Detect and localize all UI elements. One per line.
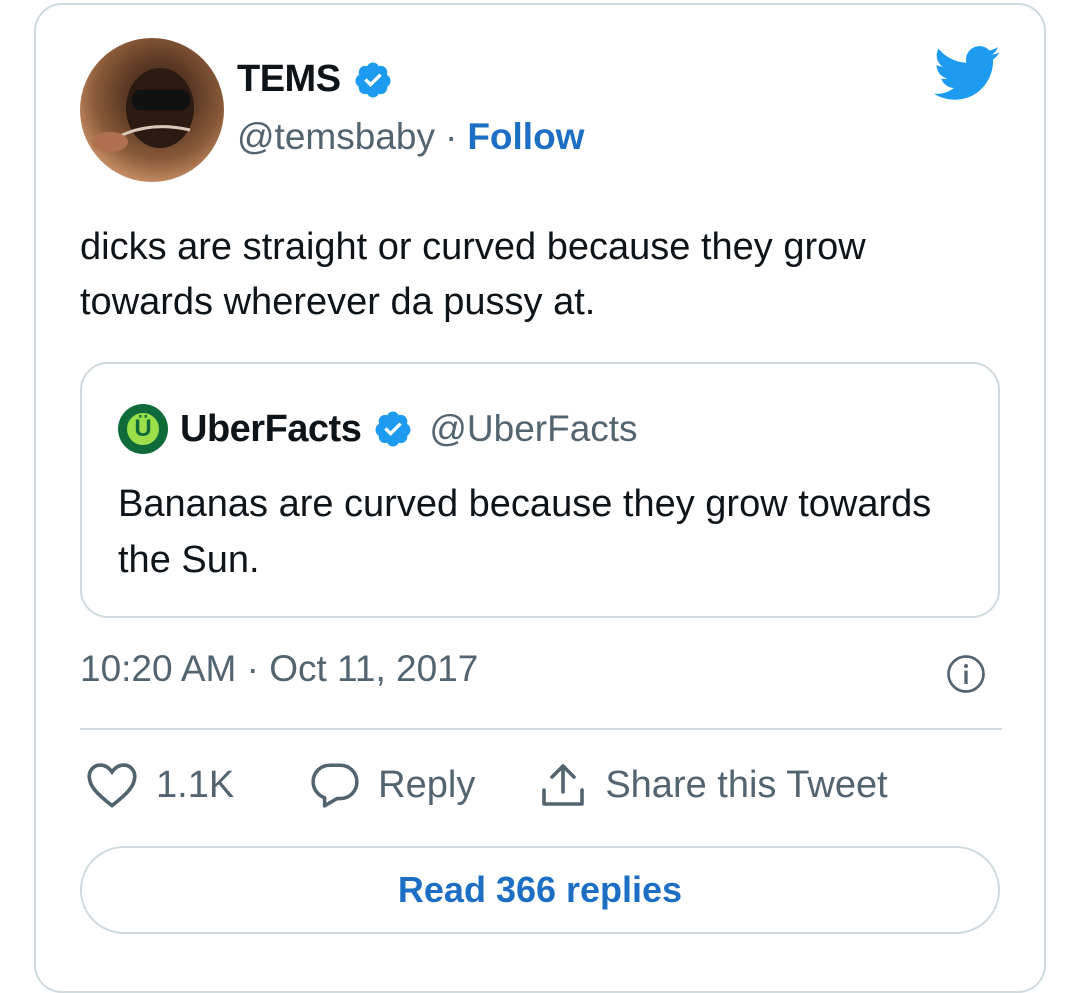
share-icon: [542, 764, 585, 806]
share-label: Share this Tweet: [605, 763, 888, 806]
like-button[interactable]: 1.1K: [86, 761, 234, 809]
quoted-logo-letter: Ü: [124, 410, 162, 448]
follow-link[interactable]: Follow: [467, 116, 584, 158]
quoted-author-row: Ü UberFacts @UberFacts: [118, 404, 638, 454]
heart-icon: [87, 763, 137, 808]
reply-button[interactable]: Reply: [310, 761, 475, 809]
reply-label: Reply: [378, 763, 476, 806]
divider: [80, 728, 1002, 730]
share-button[interactable]: Share this Tweet: [539, 760, 888, 810]
tweet-text: dicks are straight or curved because the…: [80, 226, 866, 323]
verified-badge-icon: [355, 62, 391, 97]
like-count: 1.1K: [156, 763, 235, 806]
author-name[interactable]: TEMS: [237, 58, 341, 101]
info-icon[interactable]: [946, 654, 986, 694]
quoted-tweet-text: Bananas are curved because they grow tow…: [118, 483, 932, 581]
quoted-tweet[interactable]: Ü UberFacts @UberFacts Bananas are curve…: [80, 362, 1000, 618]
read-replies-button[interactable]: Read 366 replies: [80, 846, 1000, 934]
verified-badge-icon: [375, 411, 411, 447]
author-avatar[interactable]: [80, 38, 224, 182]
twitter-bird-icon[interactable]: [930, 44, 1002, 102]
quoted-author-handle[interactable]: @UberFacts: [429, 408, 637, 450]
action-bar: 1.1K Reply Share this Tweet: [80, 760, 888, 810]
tweet-timestamp[interactable]: 10:20 AM · Oct 11, 2017: [80, 648, 478, 690]
author-handle[interactable]: @temsbaby: [237, 116, 435, 158]
reply-bubble-icon: [311, 763, 359, 808]
author-handle-row: @temsbaby · Follow: [237, 116, 584, 158]
author-name-row: TEMS: [237, 58, 393, 101]
quoted-author-avatar[interactable]: Ü: [118, 404, 168, 454]
separator-dot: ·: [444, 116, 458, 157]
quoted-author-name[interactable]: UberFacts: [180, 408, 362, 451]
